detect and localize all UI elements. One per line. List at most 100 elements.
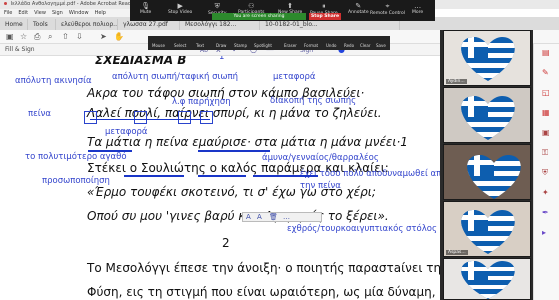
underline-2 — [198, 150, 270, 152]
menu-sign[interactable]: Sign — [52, 9, 63, 17]
menu-edit[interactable]: Edit — [18, 9, 28, 17]
annotation-weakened-2: την πείνα — [300, 181, 341, 191]
document-line-8: Το Μεσολόγγι έπεσε την άνοιξη· ο ποιητής… — [87, 261, 440, 275]
annotate-mouse-tool[interactable]: Mouse — [152, 43, 165, 48]
video-tile-5[interactable] — [443, 258, 531, 300]
annotation-personification: προσωποποίηση — [42, 176, 110, 186]
underline-1 — [88, 150, 132, 152]
document-line-3: Τα μάτια η πείνα εμαύρισε· στα μάτια η μ… — [87, 135, 408, 149]
menu-help[interactable]: Help — [95, 9, 106, 17]
scan-icon[interactable]: ⚿ — [542, 148, 548, 157]
stop-share-button[interactable]: Stop Share — [309, 13, 341, 20]
menu-window[interactable]: Window — [69, 9, 89, 17]
underline-5 — [253, 175, 318, 177]
annotation-box-1 — [84, 111, 97, 124]
document-title: ΣΧΕΔΙΑΣΜΑ Β — [95, 56, 187, 67]
pdf-document-page: ΣΧΕΔΙΑΣΜΑ Β Ακρα του τάφου σιωπή στον κά… — [0, 56, 440, 300]
annotate-eraser-tool[interactable]: Eraser — [284, 43, 297, 48]
hand-icon[interactable]: ✋ — [114, 33, 124, 41]
mouse-icon: ⌖ — [385, 2, 390, 10]
save-icon[interactable]: ▣ — [6, 33, 14, 41]
video-tile-2[interactable] — [443, 87, 531, 143]
document-line-9: Φύση, εις τη στιγμή που είναι ωραιότερη,… — [87, 285, 440, 299]
annotation-box-4 — [200, 111, 213, 124]
annotate-draw-tool[interactable]: Draw — [216, 43, 226, 48]
annotation-defense-brave: άμυνα/γενναίος/θαρραλέος — [262, 153, 379, 163]
annotate-spotlight-tool[interactable]: Spotlight — [254, 43, 272, 48]
shield-icon: ⛨ — [214, 2, 220, 10]
pdf-tool-icon[interactable]: ▣ — [542, 128, 550, 137]
tab-tools[interactable]: Tools — [28, 19, 56, 30]
annotation-number: 1 — [219, 56, 225, 62]
greek-flag-heart — [461, 210, 515, 254]
video-tile-4[interactable]: Aspas... — [443, 201, 531, 257]
pause-icon: ⏸ — [322, 2, 326, 10]
annotate-button[interactable]: ✎ Annotate — [348, 2, 369, 15]
greek-flag-heart — [467, 155, 521, 199]
star-icon[interactable]: ☆ — [20, 33, 27, 41]
font-size-small-icon[interactable]: A — [257, 213, 262, 221]
tab-home[interactable]: Home — [0, 19, 28, 30]
annotate-redo-tool[interactable]: Redo — [344, 43, 354, 48]
underline-4 — [198, 175, 246, 177]
stamp-icon[interactable]: ✦ — [542, 188, 549, 197]
pen-icon: ✎ — [355, 2, 362, 10]
export-pdf-icon[interactable]: ▤ — [542, 48, 550, 57]
font-size-icon[interactable]: A — [246, 213, 251, 221]
page-up-icon[interactable]: ⇧ — [62, 33, 69, 41]
annotation-weakened: έχει τόσο πολύ αποδυναμωθεί από — [300, 169, 440, 179]
participant-name: Aspas... — [446, 250, 468, 255]
more-icon: … — [414, 2, 422, 10]
annotation-silence-break: διακοπή της σιωπής — [270, 96, 357, 106]
annotate-undo-tool[interactable]: Undo — [326, 43, 336, 48]
annotation-box-3 — [178, 111, 191, 124]
fill-sign-label: Fill & Sign — [5, 46, 35, 53]
annotate-text-tool[interactable]: Text — [196, 43, 204, 48]
menu-file[interactable]: File — [4, 9, 12, 17]
mute-button[interactable]: 🎙 Mute — [140, 2, 151, 15]
annotation-metaphor-1: μεταφορά — [273, 72, 316, 82]
annotate-clear-tool[interactable]: Clear — [360, 43, 370, 48]
annotation-enemy-fleet: εχθρός/τουρκοαιγυπτιακός στόλος — [287, 224, 437, 234]
search-icon[interactable]: ⌕ — [48, 33, 52, 41]
annotation-hunger: πείνα — [28, 109, 51, 119]
document-line-6: Οπού συ μου 'γινες βαρύ κι ο Αγαρηνός το… — [87, 209, 389, 223]
screen-sharing-badge: You are screen sharing — [212, 13, 306, 20]
page-number: 2 — [222, 236, 230, 250]
delete-icon[interactable]: 🗑 — [269, 213, 278, 221]
greek-flag-heart — [461, 37, 515, 81]
underline-6 — [90, 119, 210, 120]
text-edit-popup: A A 🗑 … — [242, 212, 322, 222]
people-icon: ⚇ — [248, 2, 255, 10]
right-tools-sidebar: ▤ ✎ ◱ ▦ ▣ ⚿ ⛨ ✦ ✒ ▸ — [533, 44, 559, 300]
annotation-most-precious: το πολυτιμότερο αγαθό — [25, 152, 127, 162]
protect-icon[interactable]: ⛨ — [542, 168, 548, 177]
annotation-absolute-stillness: απόλυτη ακινησία — [15, 76, 92, 86]
pointer-icon[interactable]: ➤ — [100, 33, 107, 41]
edit-pdf-icon[interactable]: ✎ — [542, 68, 549, 77]
more-options-icon[interactable]: … — [283, 213, 290, 221]
annotate-select-tool[interactable]: Select — [174, 43, 186, 48]
annotation-metaphor-2: μεταφορά — [105, 127, 148, 137]
annotate-stamp-tool[interactable]: Stamp — [234, 43, 247, 48]
participant-name: Aydin... — [446, 79, 467, 84]
camera-icon: ▶ — [177, 2, 183, 10]
menu-view[interactable]: View — [34, 9, 46, 17]
print-icon[interactable]: ⎙ — [34, 33, 40, 41]
page-down-icon[interactable]: ⇩ — [76, 33, 83, 41]
annotation-alliteration: λ.φ παρήχηση — [172, 97, 231, 107]
annotate-format-tool[interactable]: Format — [304, 43, 318, 48]
send-icon[interactable]: ▸ — [542, 228, 546, 237]
annotate-save-tool[interactable]: Save — [376, 43, 386, 48]
fill-sign-icon[interactable]: ✒ — [542, 208, 549, 217]
microphone-icon: 🎙 — [141, 2, 151, 10]
organize-icon[interactable]: ▦ — [542, 108, 550, 117]
video-tile-1[interactable]: Aydin... — [443, 30, 531, 86]
tab-doc-1[interactable]: ελεύθεροι πολιορ... — [56, 19, 118, 30]
video-tile-3[interactable] — [443, 144, 531, 200]
comment-icon[interactable]: ◱ — [542, 88, 550, 97]
greek-flag-heart — [461, 261, 515, 299]
stop-video-button[interactable]: ▶ Stop Video — [168, 2, 192, 15]
more-button[interactable]: … More — [412, 2, 423, 15]
remote-control-button[interactable]: ⌖ Remote Control — [370, 2, 405, 16]
